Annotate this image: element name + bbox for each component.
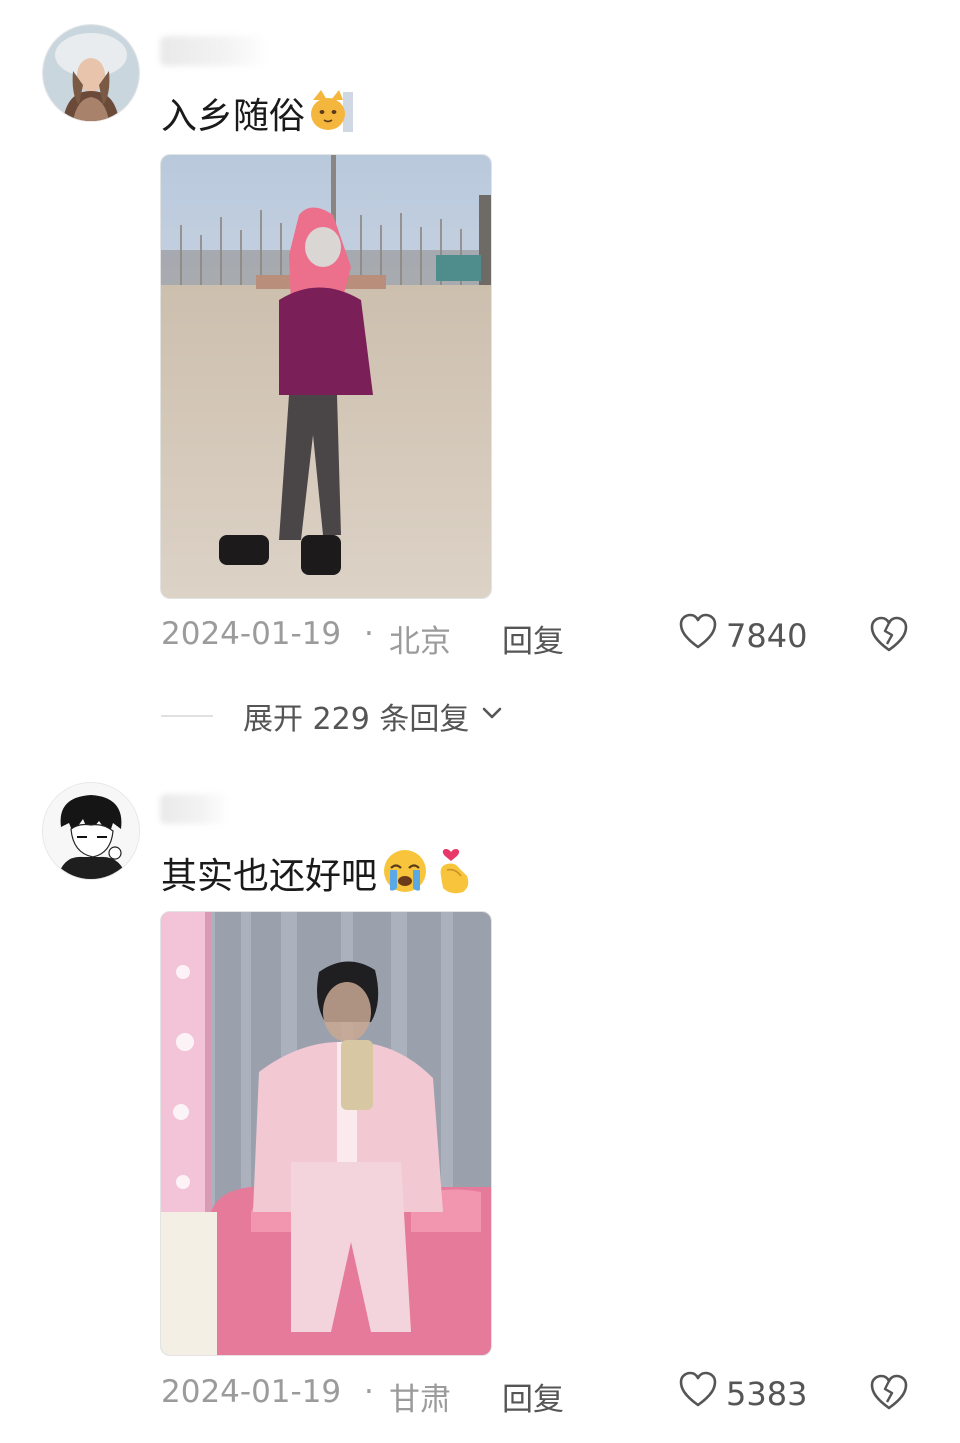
reply-button[interactable]: 回复: [502, 616, 564, 661]
meta-separator: ·: [364, 1374, 374, 1410]
comment-date: 2024-01-19: [161, 616, 342, 652]
heart-icon: [678, 612, 718, 660]
comment-item: 其实也还好吧 2024-01-19 · 甘肃 回复 5383: [0, 760, 960, 1443]
avatar[interactable]: [42, 782, 140, 880]
avatar-image: [43, 25, 139, 121]
username[interactable]: [160, 794, 230, 824]
comment-text: 其实也还好吧: [161, 846, 473, 907]
reply-button[interactable]: 回复: [502, 1374, 564, 1419]
dislike-button[interactable]: [868, 1372, 910, 1418]
crying-face-icon: [381, 848, 429, 905]
dislike-button[interactable]: [868, 614, 910, 660]
broken-heart-icon: [868, 616, 910, 660]
like-count: 5383: [726, 1375, 808, 1413]
comment-text-label: 入乡随俗: [161, 95, 306, 137]
comment-text: 入乡随俗: [161, 88, 355, 145]
expand-replies-label: 展开 229 条回复: [243, 702, 470, 737]
comment-text-label: 其实也还好吧: [161, 855, 378, 897]
comment-date: 2024-01-19: [161, 1374, 342, 1410]
username[interactable]: [160, 36, 270, 66]
chevron-down-icon: [479, 699, 505, 734]
heart-icon: [678, 1370, 718, 1418]
broken-heart-icon: [868, 1374, 910, 1418]
expand-replies-button[interactable]: 展开 229 条回复: [161, 694, 505, 738]
like-button[interactable]: 7840: [678, 612, 807, 660]
like-count: 7840: [726, 617, 808, 655]
comment-image[interactable]: [160, 911, 492, 1356]
comment-image[interactable]: [160, 154, 492, 599]
avatar[interactable]: [42, 24, 140, 122]
meta-separator: ·: [364, 616, 374, 652]
comment-photo: [161, 912, 491, 1355]
finger-heart-icon: [433, 846, 473, 907]
comment-location: 北京: [389, 624, 451, 660]
like-button[interactable]: 5383: [678, 1370, 807, 1418]
comment-location: 甘肃: [389, 1382, 451, 1418]
comment-item: 入乡随俗 2024-01-19 · 北京 回复 7840 展开 229 条回复: [0, 0, 960, 740]
divider: [161, 715, 213, 717]
avatar-image: [43, 783, 139, 879]
cat-face-icon: [309, 88, 355, 145]
comment-photo: [161, 155, 491, 598]
